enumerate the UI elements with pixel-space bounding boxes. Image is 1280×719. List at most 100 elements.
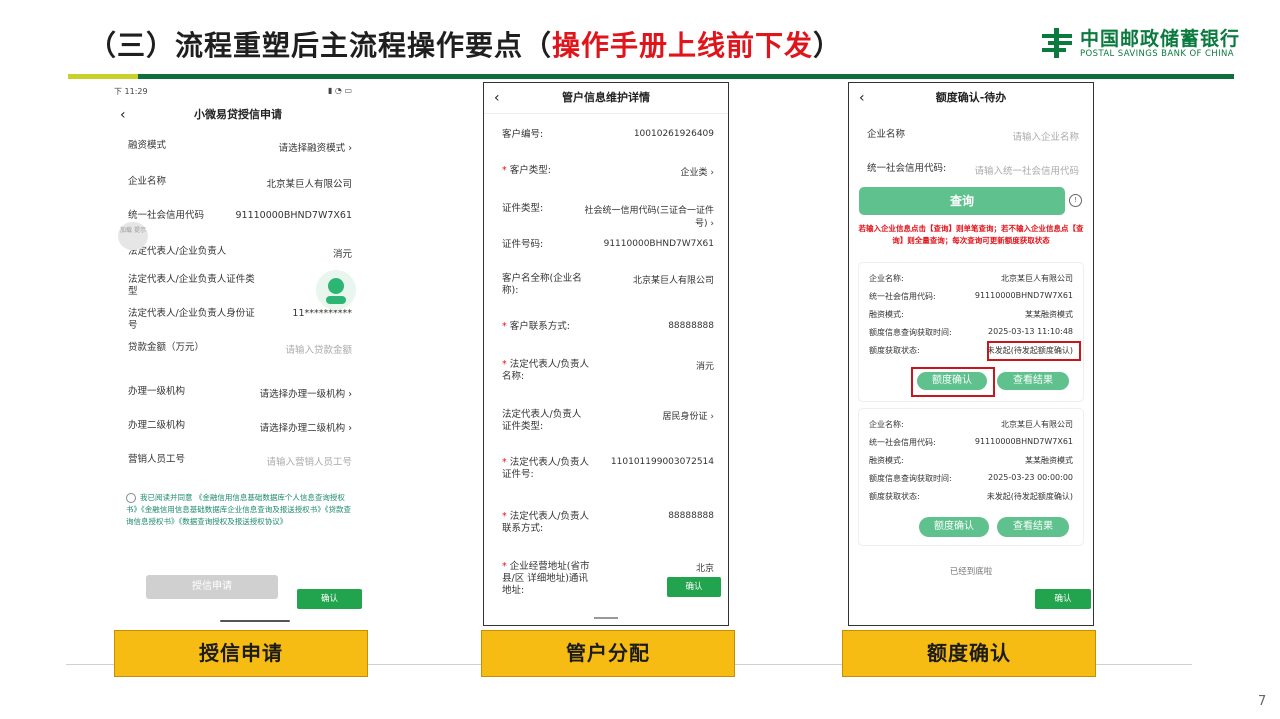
result-card-1: 企业名称: 北京某巨人有限公司 统一社会信用代码: 91110000BHND7W7X6… [859,263,1083,401]
back-icon[interactable]: ‹ [120,100,126,130]
detail-row[interactable]: * 客户联系方式: 88888888 [484,321,728,341]
form-row[interactable]: 法定代表人/企业负责人 消元 [110,246,366,266]
detail-row[interactable]: 法定代表人/负责人证件类型: 居民身份证 › [484,409,728,432]
back-icon[interactable]: ‹ [859,83,865,113]
form-row-value[interactable]: 消元 [333,246,352,260]
nav-title: 小微易贷授信申请 [194,108,282,121]
detail-row-label-text: 法定代表人/负责人联系方式: [502,511,589,534]
assistant-avatar-icon[interactable] [316,270,356,310]
query-warning-text: 若输入企业信息点击【查询】则单笔查询；若不输入企业信息点【查询】则全量查询；每次… [858,224,1084,245]
detail-row-label: 法定代表人/负责人证件类型: [502,409,590,433]
card-field-value: 北京某巨人有限公司 [1001,420,1073,429]
required-mark: * [502,457,510,468]
detail-row-value[interactable]: 企业类 › [681,165,714,178]
card-field-label: 企业名称: [869,274,904,283]
submit-application-button[interactable]: 授信申请 [146,575,278,599]
form-row-value[interactable]: 请选择办理一级机构 › [260,386,352,400]
detail-row[interactable]: * 法定代表人/负责人名称: 消元 [484,359,728,382]
floating-side-tag[interactable]: 加载 提示 [118,222,148,250]
form-row-label: 办理二级机构 [128,420,186,431]
form-row-value[interactable]: 请选择办理二级机构 › [260,420,352,434]
detail-row-value[interactable]: 88888888 [668,511,714,521]
form-row-label: 企业名称 [128,176,167,187]
phone-account-assignment: ‹ 管户信息维护详情 客户编号: 10010261926409 * 客户类型: 企业类… [483,82,729,626]
required-mark: * [502,561,510,572]
detail-row-value[interactable]: 北京 [696,561,714,574]
card-field: 统一社会信用代码: 91110000BHND7W7X61 [869,291,1073,305]
status-highlight-box [987,341,1081,361]
detail-row[interactable]: 客户编号: 10010261926409 [484,129,728,149]
detail-row-value[interactable]: 北京某巨人有限公司 [633,273,714,286]
detail-row-label-text: 法定代表人/负责人证件类型: [502,409,582,432]
confirm-button[interactable]: 确认 [667,577,721,597]
form-row[interactable]: 企业名称 北京某巨人有限公司 [110,176,366,196]
search-company-name[interactable]: 企业名称 请输入企业名称 [849,129,1093,149]
agreement-label[interactable]: 我已阅读并同意 《金融信用信息基础数据库个人信息查询授权书》《金融信用信息基础数… [126,493,351,526]
detail-row-label: * 法定代表人/负责人名称: [502,359,590,383]
detail-row[interactable]: * 法定代表人/负责人联系方式: 88888888 [484,511,728,534]
card-field-label: 融资模式: [869,456,904,465]
view-result-button[interactable]: 查看结果 [997,372,1069,390]
view-result-button[interactable]: 查看结果 [997,517,1069,537]
card-field-label: 额度信息查询获取时间: [869,328,952,337]
nav-bar: ‹ 管户信息维护详情 [484,83,728,113]
form-row-value[interactable]: 北京某巨人有限公司 [266,176,352,190]
detail-row[interactable]: * 客户类型: 企业类 › [484,165,728,185]
detail-row-label-text: 证件号码: [502,239,544,250]
detail-row-label: 证件类型: [502,203,590,215]
phone-credit-application: 下 11:29 ▮ ◔ ▭ ‹ 小微易贷授信申请 融资模式 请选择融资模式 › 企业… [110,84,366,624]
confirm-button[interactable]: 确认 [1035,589,1091,609]
confirm-button[interactable]: 确认 [297,589,362,609]
agreement-checkbox[interactable] [126,493,136,503]
limit-confirm-button[interactable]: 额度确认 [917,372,987,390]
card-field-label: 统一社会信用代码: [869,292,936,301]
search-credit-code[interactable]: 统一社会信用代码: 请输入统一社会信用代码 [849,163,1093,183]
detail-row-value[interactable]: 110101199003072514 [611,457,714,467]
detail-row-label: 客户编号: [502,129,590,141]
card-field: 企业名称: 北京某巨人有限公司 [869,419,1073,433]
info-icon[interactable]: ! [1069,194,1082,207]
title-end: ） [813,29,843,62]
header-rule [138,74,1234,79]
card-field: 额度信息查询获取时间: 2025-03-23 00:00:00 [869,473,1073,487]
detail-row-value[interactable]: 消元 [696,359,714,372]
detail-row-label-text: 客户类型: [509,165,551,176]
detail-row[interactable]: 证件类型: 社会统一信用代码(三证合一证件号) › [484,203,728,229]
card-field: 企业名称: 北京某巨人有限公司 [869,273,1073,287]
form-row[interactable]: 统一社会信用代码 91110000BHND7W7X61 [110,210,366,230]
card-field-value: 未发起(待发起额度确认) [986,492,1073,501]
detail-row-label-text: 客户名全称(企业名称): [502,273,582,296]
form-row-value[interactable]: 请选择融资模式 › [279,140,352,154]
detail-row-label-text: 企业经营地址(省市县/区 详细地址)通讯地址: [502,561,590,596]
header-accent-bar [68,74,138,79]
form-row[interactable]: 办理二级机构 请选择办理二级机构 › [110,420,366,440]
detail-row[interactable]: * 法定代表人/负责人证件号: 110101199003072514 [484,457,728,480]
query-button[interactable]: 查询 [859,187,1065,215]
detail-row[interactable]: 客户名全称(企业名称): 北京某巨人有限公司 [484,273,728,296]
form-row-label: 贷款金额（万元） [128,342,205,353]
detail-row-value[interactable]: 91110000BHND7W7X61 [604,239,714,249]
detail-row-value[interactable]: 88888888 [668,321,714,331]
form-row[interactable]: 融资模式 请选择融资模式 › [110,140,366,160]
detail-row-value[interactable]: 10010261926409 [634,129,714,139]
end-of-list-text: 已经到底啦 [949,567,993,577]
form-row[interactable]: 营销人员工号 请输入营销人员工号 [110,454,366,474]
form-row-label: 法定代表人/企业负责人证件类型 [128,274,255,297]
detail-row-value[interactable]: 社会统一信用代码(三证合一证件号) › [584,203,714,229]
detail-row[interactable]: 证件号码: 91110000BHND7W7X61 [484,239,728,259]
caption-account-assignment: 管户分配 [481,630,735,677]
card-field-value: 2025-03-13 11:10:48 [988,327,1073,336]
form-row-label: 营销人员工号 [128,454,186,465]
limit-confirm-button[interactable]: 额度确认 [919,517,989,537]
form-row-value[interactable]: 请输入贷款金额 [285,342,352,356]
form-row[interactable]: 办理一级机构 请选择办理一级机构 › [110,386,366,406]
form-row[interactable]: 法定代表人/企业负责人身份证号 11********** [110,308,366,331]
required-mark: * [502,321,510,332]
detail-row-value[interactable]: 居民身份证 › [663,409,714,422]
form-row-value[interactable]: 91110000BHND7W7X61 [235,210,352,221]
form-row[interactable]: 贷款金额（万元） 请输入贷款金额 [110,342,366,362]
form-row-value[interactable]: 请输入营销人员工号 [266,454,352,468]
agreement-text: 我已阅读并同意 《金融信用信息基础数据库个人信息查询授权书》《金融信用信息基础数… [126,492,354,528]
required-mark: * [502,511,510,522]
back-icon[interactable]: ‹ [494,83,500,113]
